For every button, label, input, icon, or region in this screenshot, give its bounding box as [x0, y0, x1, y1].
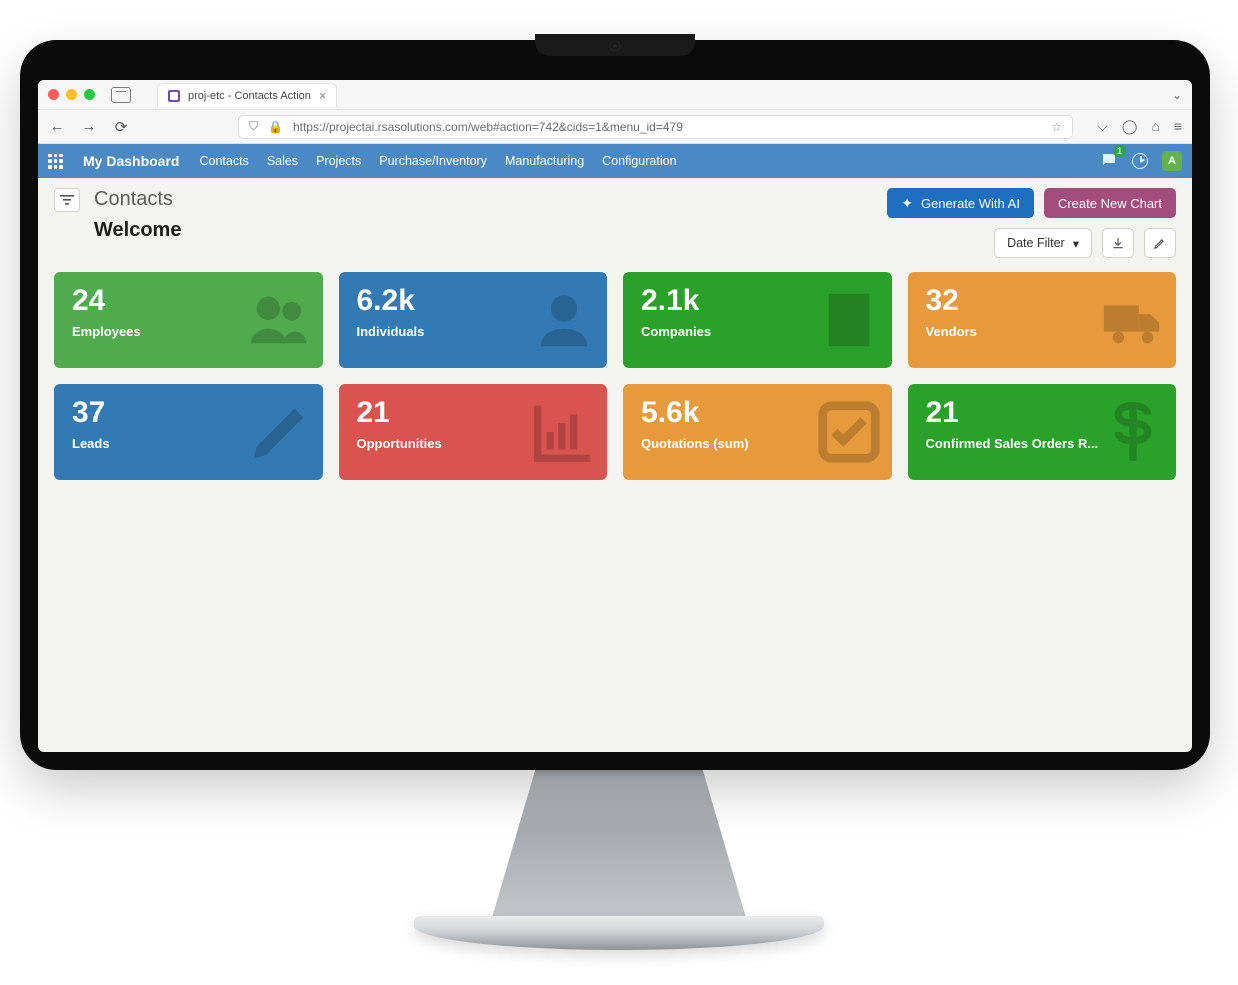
- edit-button[interactable]: [1144, 228, 1176, 258]
- brand-title[interactable]: My Dashboard: [83, 153, 179, 169]
- pocket-icon[interactable]: ⌵: [1097, 118, 1108, 135]
- stat-card-confirmed-sales-orders-r[interactable]: 21Confirmed Sales Orders R...: [908, 384, 1177, 480]
- filter-toggle-button[interactable]: [54, 188, 80, 212]
- filter-icon: [60, 194, 74, 206]
- stat-card-companies[interactable]: 2.1kCompanies: [623, 272, 892, 368]
- nav-link-sales[interactable]: Sales: [267, 154, 298, 168]
- tab-favicon-icon: [168, 90, 180, 102]
- date-filter-label: Date Filter: [1007, 236, 1065, 250]
- page-title: Contacts: [94, 188, 181, 211]
- url-text: https://projectai.rsasolutions.com/web#a…: [293, 120, 1041, 134]
- create-chart-label: Create New Chart: [1058, 196, 1162, 211]
- date-filter-dropdown[interactable]: Date Filter ▾: [994, 228, 1092, 258]
- window-controls: [48, 89, 95, 100]
- monitor-camera: [535, 34, 695, 56]
- truck-icon: [1098, 285, 1168, 355]
- stat-card-individuals[interactable]: 6.2kIndividuals: [339, 272, 608, 368]
- generate-with-ai-button[interactable]: ✦ Generate With AI: [887, 188, 1034, 218]
- apps-grid-icon[interactable]: [48, 154, 63, 169]
- tab-title: proj-etc - Contacts Action: [188, 90, 311, 102]
- monitor-stand-neck: [489, 768, 749, 928]
- close-window-button[interactable]: [48, 89, 59, 100]
- browser-toolbar: ← → ⟳ ⛉ 🔒 https://projectai.rsasolutions…: [38, 110, 1192, 144]
- monitor-stand-base: [414, 916, 824, 950]
- caret-down-icon: ▾: [1073, 236, 1079, 251]
- menu-icon[interactable]: ≡: [1174, 118, 1182, 135]
- activity-clock-icon[interactable]: [1132, 153, 1148, 169]
- user-avatar[interactable]: A: [1162, 151, 1182, 171]
- stat-card-vendors[interactable]: 32Vendors: [908, 272, 1177, 368]
- welcome-heading: Welcome: [94, 219, 181, 242]
- screen: proj-etc - Contacts Action × ⌄ ← → ⟳ ⛉ 🔒…: [38, 80, 1192, 752]
- stat-card-leads[interactable]: 37Leads: [54, 384, 323, 480]
- browser-tab-bar: proj-etc - Contacts Action × ⌄: [38, 80, 1192, 110]
- nav-link-configuration[interactable]: Configuration: [602, 154, 676, 168]
- nav-link-contacts[interactable]: Contacts: [199, 154, 248, 168]
- stat-card-opportunities[interactable]: 21Opportunities: [339, 384, 608, 480]
- dollar-icon: [1098, 397, 1168, 467]
- download-icon: [1111, 236, 1125, 250]
- browser-tab[interactable]: proj-etc - Contacts Action ×: [157, 83, 337, 107]
- magic-wand-icon: ✦: [901, 195, 913, 212]
- create-new-chart-button[interactable]: Create New Chart: [1044, 188, 1176, 218]
- extensions-icon[interactable]: ⌂: [1151, 118, 1159, 135]
- nav-back-button[interactable]: ←: [48, 118, 66, 135]
- tracking-shield-icon[interactable]: ⛉: [249, 119, 258, 134]
- check-icon: [814, 397, 884, 467]
- sidebar-toggle-icon[interactable]: [111, 87, 131, 103]
- messages-badge: 1: [1113, 145, 1126, 157]
- users-icon: [245, 285, 315, 355]
- nav-link-manufacturing[interactable]: Manufacturing: [505, 154, 584, 168]
- dashboard-cards-grid: 24Employees6.2kIndividuals2.1kCompanies3…: [38, 264, 1192, 488]
- lock-icon: 🔒: [268, 120, 283, 134]
- account-icon[interactable]: ◯: [1122, 118, 1138, 135]
- barchart-icon: [529, 397, 599, 467]
- nav-forward-button[interactable]: →: [80, 118, 98, 135]
- building-icon: [814, 285, 884, 355]
- tabs-dropdown-icon[interactable]: ⌄: [1172, 88, 1182, 102]
- generate-button-label: Generate With AI: [921, 196, 1020, 211]
- minimize-window-button[interactable]: [66, 89, 77, 100]
- monitor-frame: proj-etc - Contacts Action × ⌄ ← → ⟳ ⛉ 🔒…: [20, 40, 1210, 770]
- stat-card-employees[interactable]: 24Employees: [54, 272, 323, 368]
- nav-reload-button[interactable]: ⟳: [112, 118, 130, 136]
- download-button[interactable]: [1102, 228, 1134, 258]
- tab-close-icon[interactable]: ×: [319, 89, 327, 102]
- pencil-icon: [245, 397, 315, 467]
- stat-card-quotations-sum[interactable]: 5.6kQuotations (sum): [623, 384, 892, 480]
- pencil-icon: [1153, 236, 1167, 250]
- nav-link-purchase-inventory[interactable]: Purchase/Inventory: [379, 154, 487, 168]
- url-bar[interactable]: ⛉ 🔒 https://projectai.rsasolutions.com/w…: [238, 115, 1073, 139]
- maximize-window-button[interactable]: [84, 89, 95, 100]
- bookmark-star-icon[interactable]: ☆: [1051, 120, 1062, 134]
- messages-icon[interactable]: 1: [1100, 151, 1118, 172]
- app-top-nav: My Dashboard Contacts Sales Projects Purcha…: [38, 144, 1192, 178]
- page-header: Contacts Welcome ✦ Generate With AI Crea…: [38, 178, 1192, 264]
- person-icon: [529, 285, 599, 355]
- nav-link-projects[interactable]: Projects: [316, 154, 361, 168]
